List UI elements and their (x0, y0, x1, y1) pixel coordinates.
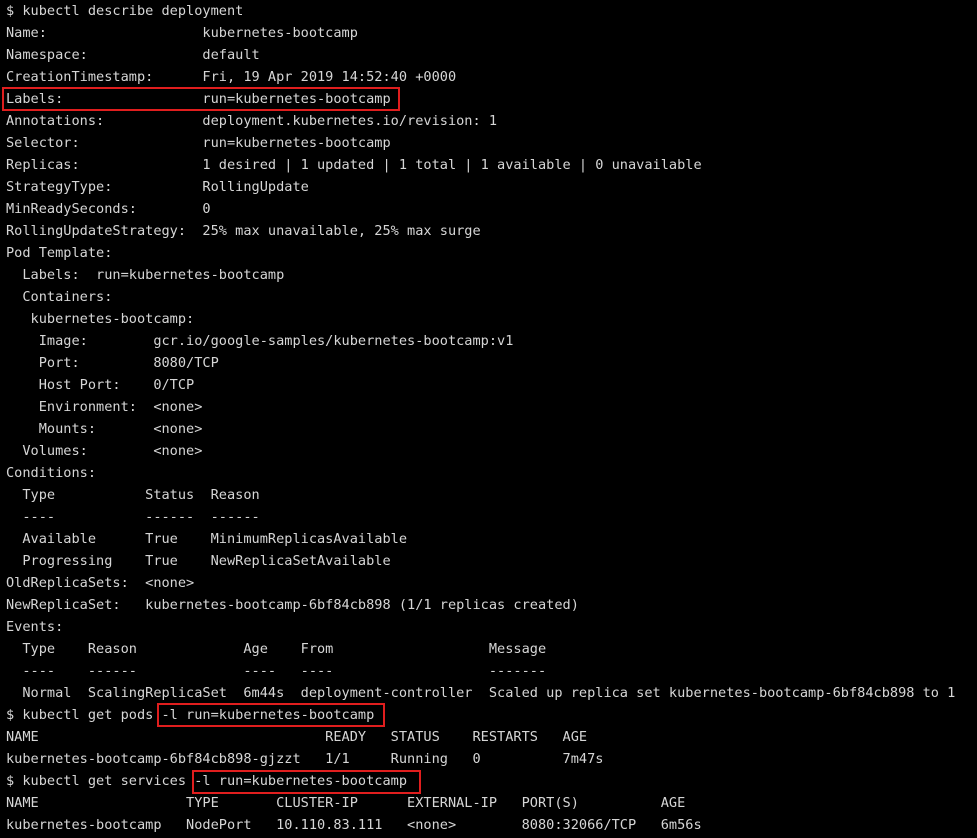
events-row: Normal ScalingReplicaSet 6m44s deploymen… (6, 685, 956, 701)
terminal-line: NAME TYPE CLUSTER-IP EXTERNAL-IP PORT(S)… (0, 792, 977, 814)
prompt-command: $ kubectl get services -l run=kubernetes… (6, 773, 408, 789)
terminal-line: CreationTimestamp: Fri, 19 Apr 2019 14:5… (0, 66, 977, 88)
output-labels: Labels: run=kubernetes-bootcamp (6, 91, 391, 107)
terminal-line: Mounts: <none> (0, 418, 977, 440)
services-row: kubernetes-bootcamp NodePort 10.110.83.1… (6, 817, 702, 833)
services-header: NAME TYPE CLUSTER-IP EXTERNAL-IP PORT(S)… (6, 795, 686, 811)
conditions-header: Type Status Reason (6, 487, 260, 503)
output-container-name: kubernetes-bootcamp: (6, 311, 195, 327)
output-image: Image: gcr.io/google-samples/kubernetes-… (6, 333, 514, 349)
terminal-line: Available True MinimumReplicasAvailable (0, 528, 977, 550)
output-conditions: Conditions: (6, 465, 97, 481)
terminal-line: Normal ScalingReplicaSet 6m44s deploymen… (0, 682, 977, 704)
terminal-line: MinReadySeconds: 0 (0, 198, 977, 220)
terminal-line: NewReplicaSet: kubernetes-bootcamp-6bf84… (0, 594, 977, 616)
terminal-line-prompt: $ kubectl describe deployment (0, 0, 977, 22)
output-name: Name: kubernetes-bootcamp (6, 25, 358, 41)
terminal-line: kubernetes-bootcamp NodePort 10.110.83.1… (0, 814, 977, 836)
terminal-line: Environment: <none> (0, 396, 977, 418)
terminal-line: Type Status Reason (0, 484, 977, 506)
terminal-line: Namespace: default (0, 44, 977, 66)
output-environment: Environment: <none> (6, 399, 203, 415)
terminal-line: OldReplicaSets: <none> (0, 572, 977, 594)
terminal-window[interactable]: $ kubectl describe deployment Name: kube… (0, 0, 977, 838)
output-host-port: Host Port: 0/TCP (6, 377, 195, 393)
terminal-line: ---- ------ ---- ---- ------- (0, 660, 977, 682)
output-selector: Selector: run=kubernetes-bootcamp (6, 135, 391, 151)
terminal-line: Events: (0, 616, 977, 638)
output-replicas: Replicas: 1 desired | 1 updated | 1 tota… (6, 157, 702, 173)
output-rolling-update-strategy: RollingUpdateStrategy: 25% max unavailab… (6, 223, 481, 239)
output-min-ready-seconds: MinReadySeconds: 0 (6, 201, 211, 217)
prompt-command: $ kubectl get pods -l run=kubernetes-boo… (6, 707, 375, 723)
output-annotations: Annotations: deployment.kubernetes.io/re… (6, 113, 498, 129)
terminal-line: StrategyType: RollingUpdate (0, 176, 977, 198)
terminal-line: Name: kubernetes-bootcamp (0, 22, 977, 44)
output-new-replica-set: NewReplicaSet: kubernetes-bootcamp-6bf84… (6, 597, 579, 613)
output-events: Events: (6, 619, 64, 635)
output-old-replica-sets: OldReplicaSets: <none> (6, 575, 195, 591)
terminal-line: Volumes: <none> (0, 440, 977, 462)
output-pod-template: Pod Template: (6, 245, 113, 261)
terminal-line: RollingUpdateStrategy: 25% max unavailab… (0, 220, 977, 242)
conditions-row-available: Available True MinimumReplicasAvailable (6, 531, 408, 547)
output-containers: Containers: (6, 289, 113, 305)
terminal-line: Pod Template: (0, 242, 977, 264)
terminal-line: Conditions: (0, 462, 977, 484)
terminal-line: Image: gcr.io/google-samples/kubernetes-… (0, 330, 977, 352)
terminal-line-prompt: $ kubectl get pods -l run=kubernetes-boo… (0, 704, 977, 726)
pods-header: NAME READY STATUS RESTARTS AGE (6, 729, 588, 745)
events-header: Type Reason Age From Message (6, 641, 547, 657)
output-creation-timestamp: CreationTimestamp: Fri, 19 Apr 2019 14:5… (6, 69, 457, 85)
output-port: Port: 8080/TCP (6, 355, 219, 371)
output-volumes: Volumes: <none> (6, 443, 203, 459)
terminal-line: Type Reason Age From Message (0, 638, 977, 660)
terminal-line: Selector: run=kubernetes-bootcamp (0, 132, 977, 154)
terminal-line: NAME READY STATUS RESTARTS AGE (0, 726, 977, 748)
conditions-row-progressing: Progressing True NewReplicaSetAvailable (6, 553, 391, 569)
terminal-line: Annotations: deployment.kubernetes.io/re… (0, 110, 977, 132)
terminal-line: Port: 8080/TCP (0, 352, 977, 374)
terminal-line: Labels: run=kubernetes-bootcamp (0, 264, 977, 286)
output-namespace: Namespace: default (6, 47, 260, 63)
events-divider: ---- ------ ---- ---- ------- (6, 663, 547, 679)
terminal-line: kubernetes-bootcamp-6bf84cb898-gjzzt 1/1… (0, 748, 977, 770)
terminal-line: Containers: (0, 286, 977, 308)
terminal-line: Replicas: 1 desired | 1 updated | 1 tota… (0, 154, 977, 176)
terminal-line: Labels: run=kubernetes-bootcamp (0, 88, 977, 110)
terminal-line-prompt: $ kubectl get services -l run=kubernetes… (0, 770, 977, 792)
terminal-line: Host Port: 0/TCP (0, 374, 977, 396)
pods-row: kubernetes-bootcamp-6bf84cb898-gjzzt 1/1… (6, 751, 604, 767)
terminal-line: kubernetes-bootcamp: (0, 308, 977, 330)
output-pod-labels: Labels: run=kubernetes-bootcamp (6, 267, 285, 283)
output-strategy-type: StrategyType: RollingUpdate (6, 179, 309, 195)
conditions-divider: ---- ------ ------ (6, 509, 260, 525)
output-mounts: Mounts: <none> (6, 421, 203, 437)
prompt-command: $ kubectl describe deployment (6, 3, 244, 19)
terminal-line: ---- ------ ------ (0, 506, 977, 528)
terminal-line: Progressing True NewReplicaSetAvailable (0, 550, 977, 572)
